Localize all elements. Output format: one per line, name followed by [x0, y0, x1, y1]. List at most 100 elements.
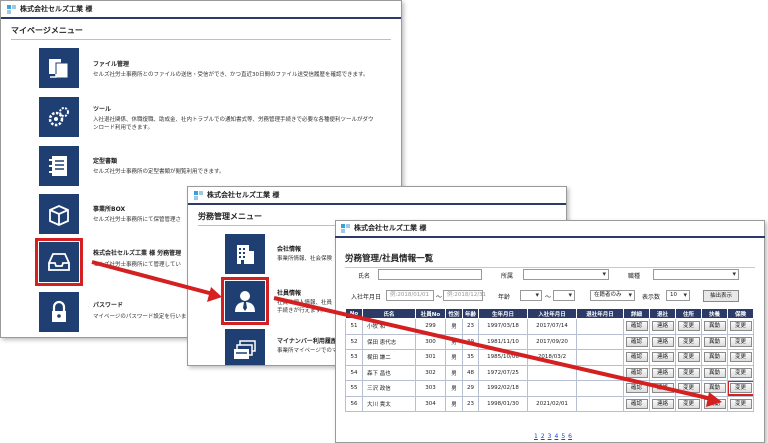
retire-button[interactable]: 連絡 — [651, 398, 674, 409]
menu-item-title[interactable]: 事業所BOX — [93, 204, 125, 213]
table-cell: 変更 — [727, 395, 754, 412]
menu-item-desc: 手続きが行えます。 — [277, 308, 326, 314]
menu-item-desc: 入社退社関係、休職復職、助成金、社内トラブルでの通知書式等、労務管理手続きで必要… — [93, 117, 374, 123]
table-row: 53 梶田 謙二 301 男 35 1985/10/06 2018/03/2 確認 連絡 変更 異動… — [345, 349, 754, 366]
employee-icon[interactable] — [221, 277, 269, 325]
retire-button[interactable]: 連絡 — [651, 383, 674, 394]
table-cell: 異動 — [701, 380, 728, 397]
table-cell: 52 — [345, 333, 363, 350]
table-cell: 変更 — [675, 364, 702, 381]
lock-icon[interactable] — [39, 292, 79, 332]
table-cell: 小牧 和 — [362, 318, 416, 335]
page-link[interactable]: 3 — [548, 433, 552, 440]
address-change-button[interactable]: 変更 — [677, 367, 700, 378]
table-cell: 54 — [345, 364, 363, 381]
table-cell: 56 — [345, 395, 363, 412]
detail-button[interactable]: 確認 — [625, 367, 648, 378]
detail-button[interactable]: 確認 — [625, 336, 648, 347]
table-cell — [576, 333, 624, 350]
table-cell: 変更 — [675, 395, 702, 412]
table-cell: 連絡 — [649, 395, 676, 412]
insurance-change-button[interactable]: 変更 — [729, 398, 752, 409]
page-link[interactable]: 2 — [541, 433, 545, 440]
column-header: 詳細 — [623, 308, 650, 319]
retire-button[interactable]: 連絡 — [651, 336, 674, 347]
notebook-icon[interactable] — [39, 146, 79, 186]
table-cell: 梶田 謙二 — [362, 349, 416, 366]
page-link[interactable]: 5 — [561, 433, 565, 440]
table-cell: 連絡 — [649, 364, 676, 381]
table-cell: 確認 — [623, 395, 650, 412]
gears-icon[interactable] — [39, 97, 79, 137]
dependent-change-button[interactable]: 異動 — [703, 383, 726, 394]
table-cell: 変更 — [727, 349, 754, 366]
menu-item-title[interactable]: 社員情報 — [277, 288, 301, 297]
retire-button[interactable]: 連絡 — [651, 321, 674, 332]
detail-button[interactable]: 確認 — [625, 398, 648, 409]
address-change-button[interactable]: 変更 — [677, 398, 700, 409]
table-cell: 303 — [415, 380, 446, 397]
dependent-change-button[interactable]: 異動 — [703, 321, 726, 332]
address-change-button[interactable]: 変更 — [677, 352, 700, 363]
page-link[interactable]: 4 — [554, 433, 558, 440]
table-cell: 変更 — [727, 333, 754, 350]
detail-button[interactable]: 確認 — [625, 352, 648, 363]
address-change-button[interactable]: 変更 — [677, 383, 700, 394]
menu-item-desc: 事業所情報、社会保険 — [277, 256, 333, 262]
address-change-button[interactable]: 変更 — [677, 336, 700, 347]
insurance-change-button[interactable]: 変更 — [728, 381, 753, 396]
dependent-change-button[interactable]: 異動 — [703, 398, 726, 409]
page-link[interactable]: 1 — [534, 433, 538, 440]
menu-item-title[interactable]: ファイル管理 — [93, 59, 129, 68]
menu-item-title[interactable]: 会社情報 — [277, 244, 301, 253]
menu-item-title[interactable]: 定型書類 — [93, 156, 117, 165]
menu-item-title[interactable]: ツール — [93, 104, 111, 113]
menu-item-desc: セルズ社労士事務所の定型書類が閲覧利用できます。 — [93, 169, 225, 175]
dependent-change-button[interactable]: 異動 — [703, 352, 726, 363]
table-cell: 29 — [462, 380, 479, 397]
table-cell: 変更 — [675, 318, 702, 335]
table-cell: 2017/07/14 — [527, 318, 577, 335]
table-cell: 男 — [445, 364, 463, 381]
company-name: 株式会社セルズ工業 様 — [20, 5, 93, 13]
table-cell: 連絡 — [649, 349, 676, 366]
insurance-change-button[interactable]: 変更 — [729, 367, 752, 378]
pagination: 123456 — [534, 433, 575, 440]
company-logo-icon — [7, 4, 16, 14]
file-transfer-icon[interactable] — [39, 48, 79, 88]
building-icon[interactable] — [225, 234, 265, 274]
menu-item-desc: ンロード利用できます。 — [93, 125, 153, 131]
retire-button[interactable]: 連絡 — [651, 352, 674, 363]
column-header: 生年月日 — [478, 308, 528, 319]
table-cell: 1981/11/10 — [478, 333, 528, 350]
table-cell: 301 — [415, 349, 446, 366]
table-cell: 三沢 政信 — [362, 380, 416, 397]
menu-item-title[interactable]: パスワード — [93, 300, 123, 309]
dependent-change-button[interactable]: 異動 — [703, 367, 726, 378]
retire-button[interactable]: 連絡 — [651, 367, 674, 378]
page-link[interactable]: 6 — [568, 433, 572, 440]
box-icon[interactable] — [39, 194, 79, 234]
inbox-tray-icon[interactable] — [35, 238, 83, 286]
menu-item-title[interactable]: マイナンバー利用履歴 — [277, 336, 337, 345]
insurance-change-button[interactable]: 変更 — [729, 321, 752, 332]
menu-item-desc: セルズ社労士事務所とのファイルの送信・受信ができ、かつ直近30日間のファイル送受… — [93, 72, 369, 78]
table-cell: 異動 — [701, 364, 728, 381]
address-change-button[interactable]: 変更 — [677, 321, 700, 332]
table-cell: 2021/02/01 — [527, 395, 577, 412]
detail-button[interactable]: 確認 — [625, 383, 648, 394]
column-header: 氏名 — [362, 308, 416, 319]
menu-item-desc: 事業所マイページでのマ — [277, 348, 338, 354]
dependent-change-button[interactable]: 異動 — [703, 336, 726, 347]
insurance-change-button[interactable]: 変更 — [729, 336, 752, 347]
insurance-change-button[interactable]: 変更 — [729, 352, 752, 363]
table-cell: 変更 — [675, 349, 702, 366]
table-cell: 299 — [415, 318, 446, 335]
table-cell: 男 — [445, 395, 463, 412]
table-header-row: No 氏名 社員No 性別 年齢 生年月日 入社年月日 退社年月日 詳細 退社 … — [345, 308, 754, 319]
detail-button[interactable]: 確認 — [625, 321, 648, 332]
table-row: 52 保田 恵代志 300 男 39 1981/11/10 2017/09/20 確認 連絡 変更… — [345, 333, 754, 350]
table-cell: 変更 — [727, 380, 754, 397]
menu-item-title[interactable]: 株式会社セルズ工業 様 労務管理 — [93, 248, 181, 257]
cards-icon[interactable] — [225, 329, 265, 365]
